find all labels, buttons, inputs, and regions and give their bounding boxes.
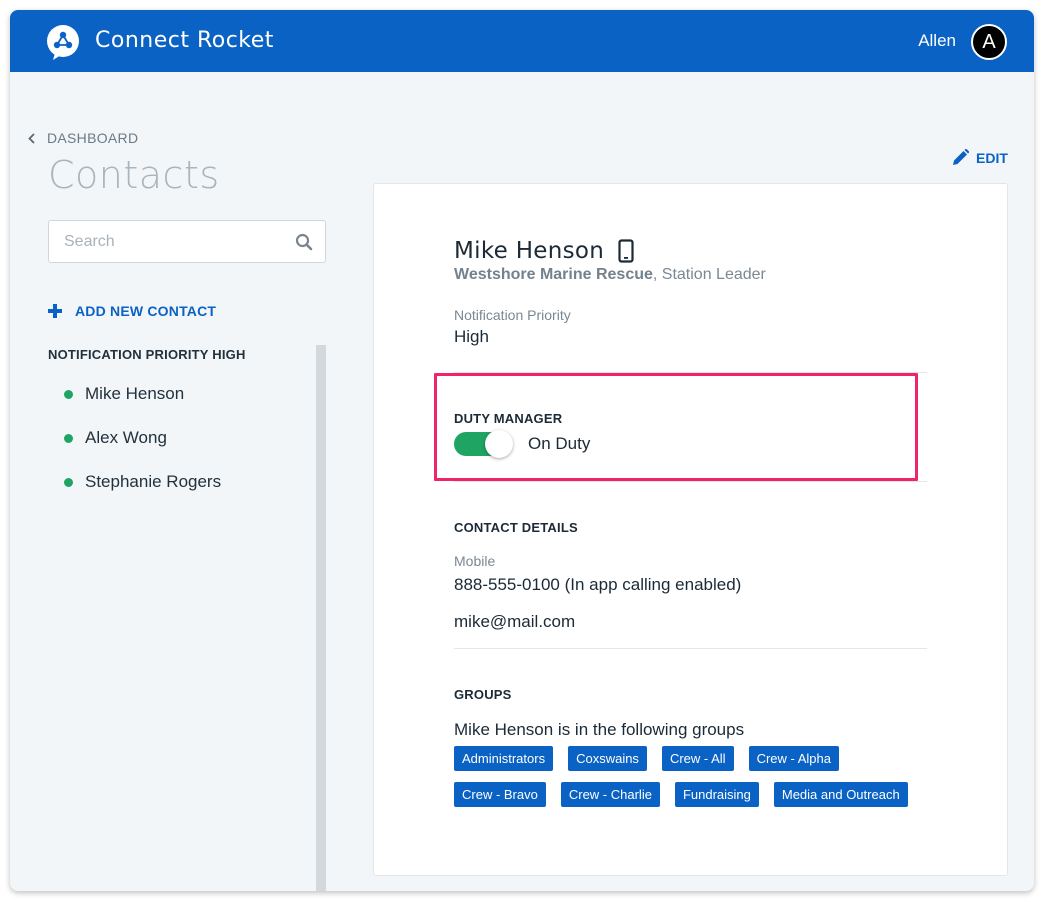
contact-list: Mike Henson Alex Wong Stephanie Rogers: [48, 372, 221, 504]
groups-heading: GROUPS: [454, 687, 512, 702]
search-icon[interactable]: [295, 233, 313, 251]
organization-name: Westshore Marine Rescue: [454, 266, 653, 283]
group-tag[interactable]: Media and Outreach: [773, 782, 908, 807]
add-new-contact-button[interactable]: ADD NEW CONTACT: [48, 303, 216, 319]
app-window: Connect Rocket Allen A DASHBOARD Contact…: [10, 10, 1034, 891]
group-tag[interactable]: Crew - Alpha: [748, 746, 839, 771]
mobile-phone-icon: [618, 239, 634, 263]
status-dot-icon: [64, 433, 73, 443]
contact-name-text: Mike Henson: [454, 238, 605, 264]
contact-details-heading: CONTACT DETAILS: [454, 520, 578, 535]
sidebar-scrollbar[interactable]: [316, 345, 326, 891]
group-tag[interactable]: Crew - Charlie: [560, 782, 660, 807]
groups-intro: Mike Henson is in the following groups: [454, 720, 745, 739]
status-dot-icon: [64, 477, 73, 487]
back-to-dashboard-link[interactable]: DASHBOARD: [28, 130, 138, 146]
contact-list-item[interactable]: Mike Henson: [48, 372, 221, 416]
divider: [454, 648, 927, 649]
edit-label: EDIT: [976, 149, 1008, 166]
role-text: , Station Leader: [652, 266, 766, 283]
group-tag[interactable]: Administrators: [454, 746, 554, 771]
contact-detail-name: Mike Henson: [454, 238, 634, 264]
contact-list-item[interactable]: Alex Wong: [48, 416, 221, 460]
contact-detail-card: Mike Henson Westshore Marine Rescue, Sta…: [373, 183, 1008, 876]
plus-icon: [48, 304, 62, 318]
duty-toggle[interactable]: [454, 430, 513, 458]
mobile-number[interactable]: 888-555-0100 (In app calling enabled): [454, 575, 741, 595]
connect-rocket-logo-icon[interactable]: [46, 25, 80, 61]
contact-name: Alex Wong: [85, 428, 167, 447]
search-input[interactable]: [49, 221, 289, 262]
divider: [454, 481, 927, 482]
edit-contact-button[interactable]: EDIT: [952, 149, 1008, 166]
duty-manager-heading: DUTY MANAGER: [454, 411, 563, 426]
page-title: Contacts: [48, 153, 220, 197]
toggle-knob: [485, 430, 513, 458]
search-box: [48, 220, 326, 263]
user-name[interactable]: Allen: [918, 31, 956, 51]
contact-name: Mike Henson: [85, 384, 185, 403]
contact-name: Stephanie Rogers: [85, 472, 222, 491]
contact-list-item[interactable]: Stephanie Rogers: [48, 460, 221, 504]
chevron-left-icon: [28, 132, 35, 144]
back-link-label: DASHBOARD: [47, 130, 139, 146]
top-bar: Connect Rocket Allen A: [10, 10, 1034, 72]
user-avatar[interactable]: A: [971, 24, 1007, 60]
pencil-icon: [953, 149, 969, 165]
group-tags: Administrators Coxswains Crew - All Crew…: [454, 746, 924, 818]
group-tag[interactable]: Coxswains: [568, 746, 647, 771]
mobile-label: Mobile: [454, 553, 496, 569]
email-address[interactable]: mike@mail.com: [454, 612, 575, 632]
organization-line: Westshore Marine Rescue, Station Leader: [454, 266, 766, 284]
duty-manager-highlight: [434, 373, 918, 481]
priority-value: High: [454, 327, 489, 346]
priority-label: Notification Priority: [454, 307, 571, 323]
group-tag[interactable]: Crew - Bravo: [454, 782, 546, 807]
app-title: Connect Rocket: [95, 28, 274, 53]
group-tag[interactable]: Fundraising: [674, 782, 759, 807]
priority-group-heading: NOTIFICATION PRIORITY HIGH: [48, 347, 246, 362]
duty-status-label: On Duty: [528, 434, 591, 453]
group-tag[interactable]: Crew - All: [661, 746, 734, 771]
add-contact-label: ADD NEW CONTACT: [75, 303, 217, 319]
status-dot-icon: [64, 389, 73, 399]
